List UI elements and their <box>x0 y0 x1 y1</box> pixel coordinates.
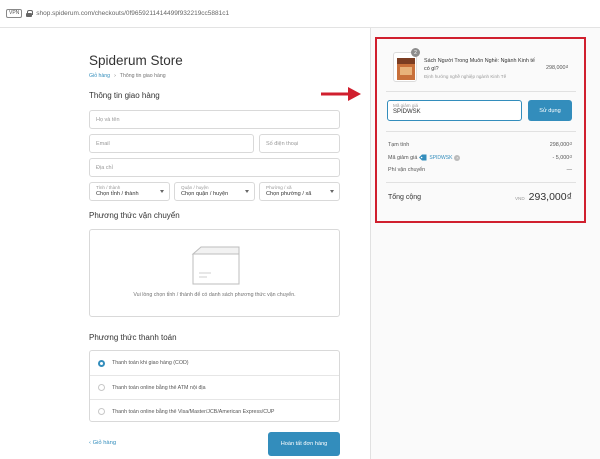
subtotal-value: 298,000₫ <box>549 142 572 148</box>
subtotal-row: Tạm tính 298,000₫ <box>388 142 572 148</box>
url-text[interactable]: shop.spiderum.com/checkouts/0f9659211414… <box>36 10 229 17</box>
ward-select[interactable]: Phường / xã Chọn phường / xã <box>259 182 340 201</box>
apply-coupon-button[interactable]: Sử dụng <box>528 100 572 121</box>
product-subtitle: Định hướng nghề nghiệp ngành Kinh Tế <box>424 74 507 79</box>
province-value: Chọn tỉnh / thành <box>96 191 139 197</box>
discount-label: Mã giảm giá <box>388 154 418 161</box>
radio-selected-icon[interactable] <box>98 359 105 367</box>
payment-method-title: Phương thức thanh toán <box>89 333 177 342</box>
district-select[interactable]: Quận / huyện Chọn quận / huyện <box>174 182 255 201</box>
province-label: Tỉnh / thành <box>96 185 121 190</box>
shipping-fee-value: — <box>566 167 572 173</box>
ward-label: Phường / xã <box>266 185 292 190</box>
discount-info: Mã giảm giá SPIDWSK × <box>388 154 461 161</box>
payment-methods: Thanh toán khi giao hàng (COD) Thanh toá… <box>89 350 340 422</box>
back-to-cart-link[interactable]: ‹ Giỏ hàng <box>89 440 116 446</box>
book-cover-icon <box>397 58 415 80</box>
coupon-label: Mã giảm giá <box>393 103 419 108</box>
finish-order-button[interactable]: Hoàn tất đơn hàng <box>268 432 340 456</box>
caret-down-icon <box>245 190 249 193</box>
breadcrumb-separator: › <box>114 73 116 79</box>
browser-address-bar[interactable]: VPN shop.spiderum.com/checkouts/0f965921… <box>0 0 600 28</box>
total-label: Tổng cộng <box>388 193 422 201</box>
shipping-method-message: Vui lòng chọn tỉnh / thành để có danh sá… <box>133 292 296 298</box>
payment-option-label: Thanh toán online bằng thẻ ATM nội địa <box>112 384 206 391</box>
discount-code: SPIDWSK <box>429 154 453 161</box>
discount-value: - 5,000₫ <box>552 154 572 161</box>
discount-row: Mã giảm giá SPIDWSK × - 5,000₫ <box>388 154 572 161</box>
box-icon <box>191 246 240 285</box>
district-label: Quận / huyện <box>181 185 209 190</box>
address-field[interactable]: Địa chỉ <box>89 158 340 177</box>
radio-icon[interactable] <box>98 408 105 415</box>
payment-option-cod[interactable]: Thanh toán khi giao hàng (COD) <box>90 351 339 375</box>
subtotal-label: Tạm tính <box>388 142 410 148</box>
arrow-right-icon <box>321 87 361 101</box>
currency-label: VND <box>514 196 525 201</box>
shipping-fee-row: Phí vận chuyển — <box>388 167 572 173</box>
lock-icon <box>26 10 34 17</box>
name-field[interactable]: Họ và tên <box>89 110 340 129</box>
email-field[interactable]: Email <box>89 134 254 153</box>
divider <box>386 91 576 92</box>
shipping-method-box: Vui lòng chọn tỉnh / thành để có danh sá… <box>89 229 340 317</box>
vpn-badge[interactable]: VPN <box>6 9 23 18</box>
shipping-method-title: Phương thức vận chuyển <box>89 211 180 220</box>
product-name: Sách Người Trong Muôn Nghề: Ngành Kinh t… <box>424 58 535 72</box>
chevron-left-icon: ‹ <box>89 440 91 446</box>
caret-down-icon <box>330 190 334 193</box>
payment-option-card[interactable]: Thanh toán online bằng thẻ Visa/Master/J… <box>90 399 339 423</box>
total-row: Tổng cộng VND 293,000₫ <box>388 191 572 203</box>
shipping-fee-label: Phí vận chuyển <box>388 167 426 173</box>
total-amount: VND 293,000₫ <box>515 191 572 203</box>
radio-icon[interactable] <box>98 384 105 391</box>
breadcrumb-cart-link[interactable]: Giỏ hàng <box>89 73 110 79</box>
district-value: Chọn quận / huyện <box>181 191 229 197</box>
breadcrumb-current: Thông tin giao hàng <box>119 73 166 79</box>
store-title[interactable]: Spiderum Store <box>89 53 183 68</box>
total-value: 293,000₫ <box>528 191 572 203</box>
remove-discount-icon[interactable]: × <box>454 154 461 161</box>
payment-option-atm[interactable]: Thanh toán online bằng thẻ ATM nội địa <box>90 375 339 399</box>
coupon-input[interactable]: Mã giảm giá SPIDWSK <box>387 100 522 121</box>
divider <box>386 182 576 183</box>
province-select[interactable]: Tỉnh / thành Chọn tỉnh / thành <box>89 182 170 201</box>
phone-field[interactable]: Số điện thoại <box>259 134 340 153</box>
ward-value: Chọn phường / xã <box>266 191 312 197</box>
caret-down-icon <box>160 190 164 193</box>
breadcrumb: Giỏ hàng › Thông tin giao hàng <box>89 73 166 79</box>
tag-icon <box>419 154 427 161</box>
coupon-value[interactable]: SPIDWSK <box>393 109 516 115</box>
quantity-badge: 2 <box>411 48 420 57</box>
back-label: Giỏ hàng <box>92 440 117 446</box>
shipping-info-title: Thông tin giao hàng <box>89 91 160 100</box>
divider <box>386 131 576 132</box>
product-price: 298,000₫ <box>546 65 569 71</box>
payment-option-label: Thanh toán khi giao hàng (COD) <box>112 360 189 366</box>
payment-option-label: Thanh toán online bằng thẻ Visa/Master/J… <box>112 408 275 415</box>
